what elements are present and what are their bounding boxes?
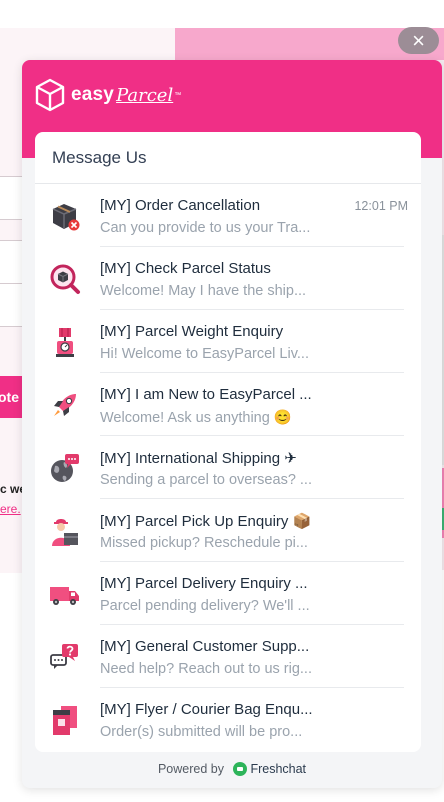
freshchat-link[interactable]: Freshchat [250, 762, 306, 776]
package-cancel-icon [52, 204, 80, 231]
question-chat-icon [50, 644, 78, 669]
conversation-preview: Hi! Welcome to EasyParcel Liv... [100, 346, 309, 362]
conversation-item-flyer-courier-bag[interactable]: [MY] Flyer / Courier Bag Enqu... Order(s… [35, 688, 421, 751]
conversation-item-parcel-pick-up[interactable]: [MY] Parcel Pick Up Enquiry 📦 Missed pic… [35, 499, 421, 562]
close-icon: × [412, 28, 425, 53]
conversation-item-international-shipping[interactable]: [MY] International Shipping ✈ Sending a … [35, 436, 421, 499]
background-quote-button[interactable]: ote [0, 376, 22, 418]
flyer-bag-icon [53, 706, 77, 735]
background-input-field[interactable] [0, 176, 22, 220]
conversation-title: [MY] I am New to EasyParcel ... [100, 386, 312, 403]
conversation-item-parcel-delivery[interactable]: [MY] Parcel Delivery Enquiry ... Parcel … [35, 562, 421, 625]
card-title: Message Us [35, 132, 421, 184]
background-input-field[interactable] [0, 240, 22, 284]
conversation-item-check-parcel-status[interactable]: [MY] Check Parcel Status Welcome! May I … [35, 247, 421, 310]
brand-name-parcel: Parcel [116, 84, 174, 106]
powered-by-footer: Powered by Freshchat [22, 752, 442, 788]
conversation-title: [MY] Parcel Weight Enquiry [100, 323, 284, 340]
conversation-preview: Missed pickup? Reschedule pi... [100, 535, 308, 551]
freshchat-logo-icon [233, 762, 248, 776]
conversation-item-parcel-weight[interactable]: [MY] Parcel Weight Enquiry Hi! Welcome t… [35, 310, 421, 373]
background-text: c we [0, 482, 22, 496]
conversation-title: [MY] Check Parcel Status [100, 260, 271, 277]
conversation-list[interactable]: [MY] Order Cancellation 12:01 PM Can you… [35, 184, 421, 752]
conversation-preview: Welcome! May I have the ship... [100, 283, 307, 299]
conversation-title: [MY] Parcel Delivery Enquiry ... [100, 575, 308, 592]
conversation-title: [MY] Parcel Pick Up Enquiry 📦 [100, 513, 312, 530]
chat-widget: easy Parcel ™ Message Us [MY] Order Canc… [22, 60, 442, 788]
conversation-title: [MY] Flyer / Courier Bag Enqu... [100, 701, 313, 718]
weighing-scale-icon [56, 328, 74, 357]
delivery-truck-icon [50, 587, 79, 605]
close-widget-button[interactable]: × [398, 27, 439, 54]
conversation-item-new-to-easyparcel[interactable]: [MY] I am New to EasyParcel ... Welcome!… [35, 373, 421, 436]
brand-name-easy: easy [71, 84, 115, 105]
conversation-item-general-support[interactable]: [MY] General Customer Supp... Need help?… [35, 625, 421, 688]
background-input-field[interactable] [0, 283, 22, 327]
conversation-title: [MY] General Customer Supp... [100, 638, 310, 655]
box-logo-icon [35, 78, 65, 112]
conversation-title: [MY] International Shipping ✈ [100, 450, 297, 467]
conversation-preview: Welcome! Ask us anything 😊 [100, 410, 292, 426]
conversation-preview: Parcel pending delivery? We'll ... [100, 598, 310, 614]
courier-person-icon [52, 519, 78, 546]
conversation-title: [MY] Order Cancellation [100, 197, 261, 214]
conversation-item-order-cancellation[interactable]: [MY] Order Cancellation 12:01 PM Can you… [35, 184, 421, 247]
conversation-preview: Order(s) submitted will be pro... [100, 724, 303, 740]
conversation-card: Message Us [MY] Order Cancellation 12:01… [35, 132, 421, 752]
conversation-preview: Sending a parcel to overseas? ... [100, 472, 312, 488]
brand-logo: easy Parcel ™ [34, 77, 181, 113]
rocket-icon [54, 394, 76, 416]
powered-by-label: Powered by [157, 762, 224, 776]
magnifier-package-icon [50, 264, 80, 294]
brand-trademark: ™ [174, 91, 182, 99]
conversation-time: 12:01 PM [354, 199, 408, 213]
conversation-preview: Need help? Reach out to us rig... [100, 661, 312, 677]
conversation-preview: Can you provide to us your Tra... [100, 220, 311, 236]
globe-chat-icon [51, 454, 79, 482]
background-link[interactable]: ere. [0, 502, 22, 516]
